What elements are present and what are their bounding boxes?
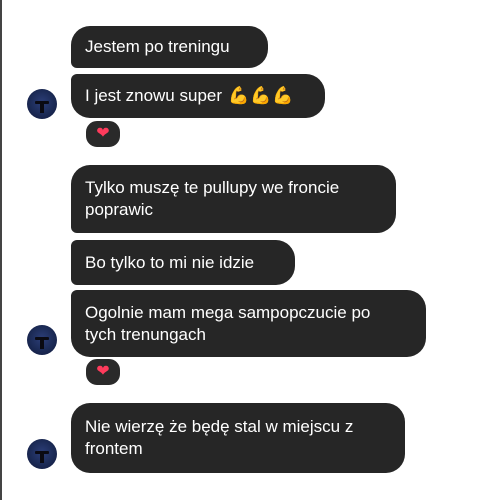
reaction-badge[interactable]: ❤ xyxy=(84,119,122,149)
message-text: Nie wierzę że będę stal w miejscu z fron… xyxy=(85,417,354,458)
reaction-badge[interactable]: ❤ xyxy=(84,357,122,387)
message-text: Bo tylko to mi nie idzie xyxy=(85,252,255,272)
window-left-edge xyxy=(0,0,2,500)
message-text: Ogolnie mam mega sampopczucie po tych tr… xyxy=(85,302,371,344)
message-text: Jestem po treningu xyxy=(85,37,230,56)
message-text: I jest znowu super xyxy=(85,86,223,105)
avatar[interactable] xyxy=(27,89,57,119)
message-text: Tylko muszę te pullupy we froncie popraw… xyxy=(85,178,340,219)
message-bubble[interactable]: Ogolnie mam mega sampopczucie po tych tr… xyxy=(71,290,426,357)
message-bubble[interactable]: Tylko muszę te pullupy we froncie popraw… xyxy=(71,165,396,233)
message-bubble[interactable]: Nie wierzę że będę stal w miejscu z fron… xyxy=(71,403,405,473)
message-bubble[interactable]: Jestem po treningu xyxy=(71,26,268,68)
message-bubble[interactable]: I jest znowu super 💪💪💪 xyxy=(71,74,325,118)
flexed-biceps-icon: 💪💪💪 xyxy=(228,86,295,105)
avatar[interactable] xyxy=(27,439,57,469)
avatar[interactable] xyxy=(27,325,57,355)
heart-icon: ❤ xyxy=(96,125,110,142)
heart-icon: ❤ xyxy=(96,363,110,380)
message-bubble[interactable]: Bo tylko to mi nie idzie xyxy=(71,240,295,285)
